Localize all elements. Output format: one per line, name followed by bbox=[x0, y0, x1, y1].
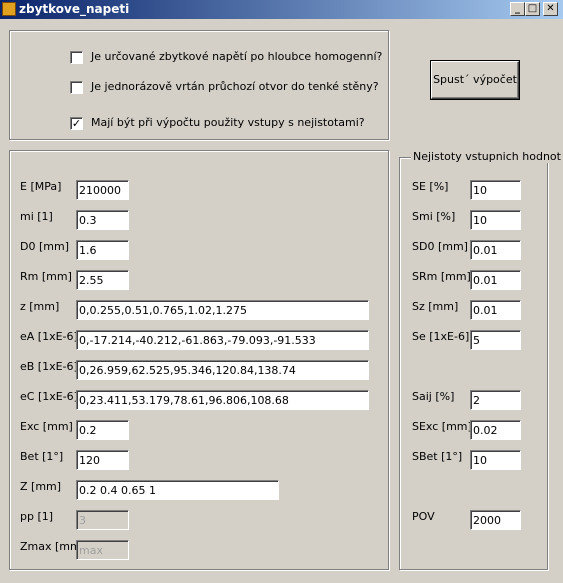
Exc-label: Exc [mm] bbox=[20, 420, 73, 433]
window-title: zbytkove_napeti bbox=[19, 2, 130, 16]
close-button[interactable]: ✕ bbox=[543, 2, 558, 16]
matlab-app-icon[interactable] bbox=[2, 2, 16, 16]
SExc-label: SExc [mm] bbox=[412, 420, 472, 433]
z-label: z [mm] bbox=[20, 300, 60, 313]
SBet-label: SBet [1°] bbox=[412, 450, 463, 463]
Z-input[interactable]: 0.2 0.4 0.65 1 bbox=[76, 480, 279, 500]
eA-label: eA [1xE-6] bbox=[20, 330, 78, 343]
SBet-input[interactable]: 10 bbox=[470, 450, 521, 470]
homogeneous-checkbox[interactable] bbox=[70, 51, 83, 64]
Rm-label: Rm [mm] bbox=[20, 270, 72, 283]
D0-input[interactable]: 1.6 bbox=[76, 240, 129, 260]
uncertainty-checkbox[interactable]: ✓ bbox=[70, 117, 83, 130]
POV-label: POV bbox=[412, 510, 435, 523]
SExc-input[interactable]: 0.02 bbox=[470, 420, 521, 440]
uncertainty-label: Mají být při výpočtu použity vstupy s ne… bbox=[91, 116, 365, 129]
SD0-label: SD0 [mm] bbox=[412, 240, 468, 253]
Z-label: Z [mm] bbox=[20, 480, 62, 493]
eA-input[interactable]: 0,-17.214,-40.212,-61.863,-79.093,-91.53… bbox=[76, 330, 369, 350]
eB-input[interactable]: 0,26.959,62.525,95.346,120.84,138.74 bbox=[76, 360, 369, 380]
uncertainty-panel-title: Nejistoty vstupnich hodnot bbox=[411, 150, 563, 163]
Sz-label: Sz [mm] bbox=[412, 300, 459, 313]
Se-input[interactable]: 5 bbox=[470, 330, 521, 350]
Rm-input[interactable]: 2.55 bbox=[76, 270, 129, 290]
homogeneous-label: Je určované zbytkové napětí po hloubce h… bbox=[91, 50, 383, 63]
title-bar: zbytkove_napeti _ □ ✕ bbox=[0, 0, 563, 19]
Bet-input[interactable]: 120 bbox=[76, 450, 129, 470]
through-hole-checkbox[interactable] bbox=[70, 81, 83, 94]
Exc-input[interactable]: 0.2 bbox=[76, 420, 129, 440]
minimize-button[interactable]: _ bbox=[510, 2, 525, 16]
SRm-label: SRm [mm] bbox=[412, 270, 471, 283]
Zmax-input: max bbox=[76, 540, 129, 560]
eC-input[interactable]: 0,23.411,53.179,78.61,96.806,108.68 bbox=[76, 390, 369, 410]
pp-label: pp [1] bbox=[20, 510, 54, 523]
Smi-input[interactable]: 10 bbox=[470, 210, 521, 230]
z-input[interactable]: 0,0.255,0.51,0.765,1.02,1.275 bbox=[76, 300, 369, 320]
SE-label: SE [%] bbox=[412, 180, 449, 193]
run-calculation-button[interactable]: Spust´ výpočet bbox=[431, 61, 519, 99]
SRm-input[interactable]: 0.01 bbox=[470, 270, 521, 290]
E-label: E [MPa] bbox=[20, 180, 62, 193]
Saij-label: Saij [%] bbox=[412, 390, 455, 403]
E-input[interactable]: 210000 bbox=[76, 180, 129, 200]
mi-label: mi [1] bbox=[20, 210, 53, 223]
mi-input[interactable]: 0.3 bbox=[76, 210, 129, 230]
SD0-input[interactable]: 0.01 bbox=[470, 240, 521, 260]
Sz-input[interactable]: 0.01 bbox=[470, 300, 521, 320]
eC-label: eC [1xE-6] bbox=[20, 390, 78, 403]
maximize-button[interactable]: □ bbox=[525, 2, 540, 16]
SE-input[interactable]: 10 bbox=[470, 180, 521, 200]
Saij-input[interactable]: 2 bbox=[470, 390, 521, 410]
pp-input: 3 bbox=[76, 510, 129, 530]
Smi-label: Smi [%] bbox=[412, 210, 456, 223]
through-hole-label: Je jednorázově vrtán průchozí otvor do t… bbox=[91, 80, 379, 93]
POV-input[interactable]: 2000 bbox=[470, 510, 521, 530]
Se-label: Se [1xE-6] bbox=[412, 330, 470, 343]
Bet-label: Bet [1°] bbox=[20, 450, 64, 463]
eB-label: eB [1xE-6] bbox=[20, 360, 78, 373]
D0-label: D0 [mm] bbox=[20, 240, 69, 253]
